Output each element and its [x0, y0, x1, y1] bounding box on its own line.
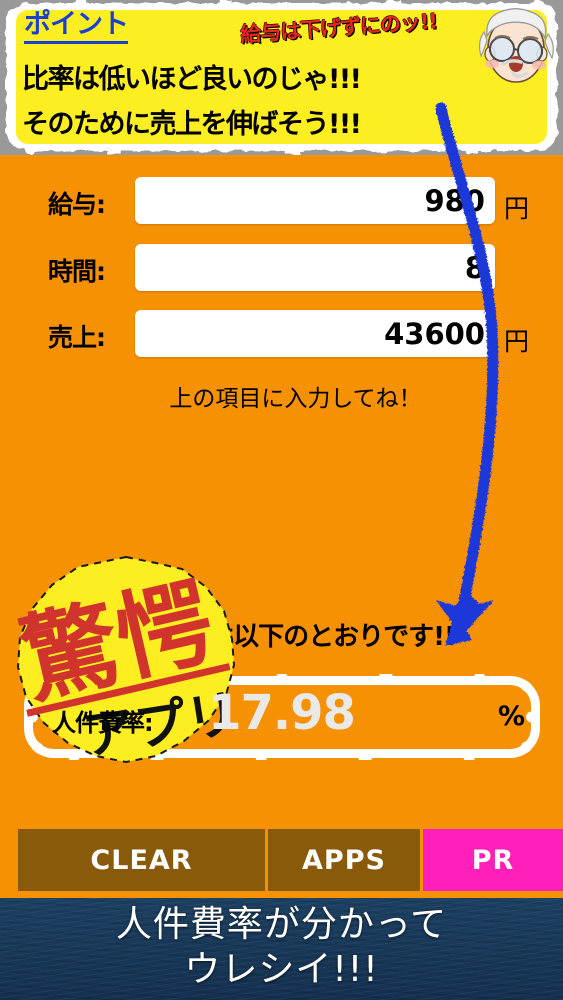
apps-button[interactable]: APPS: [268, 829, 420, 891]
salary-input[interactable]: [135, 177, 495, 224]
salary-warning-text: 給与は下げずにのッ!!: [239, 9, 438, 47]
sales-unit: 円: [504, 327, 530, 356]
point-line-2: そのために売上を伸ばそう!!!: [22, 109, 362, 140]
footer-banner: 人件費率が分かって ウレシイ!!!: [0, 898, 563, 1000]
form-row-salary: 給与: 円: [0, 177, 563, 224]
result-unit: %: [498, 701, 526, 732]
point-banner: ポイント 給与は下げずにのッ!! 比率は低いほど良いのじゃ!!! そのために売上…: [0, 0, 563, 155]
point-title: ポイント: [24, 10, 129, 45]
input-hint-text: 上の項目に入力してね！: [169, 386, 422, 412]
sales-label: 売上:: [48, 323, 106, 352]
button-bar: CLEAR APPS PR: [0, 829, 563, 891]
form-row-hours: 時間:: [0, 244, 563, 291]
footer-text: 人件費率が分かって ウレシイ!!!: [0, 902, 563, 993]
point-line-1: 比率は低いほど良いのじゃ!!!: [22, 64, 362, 95]
result-value: 17.98: [208, 685, 356, 741]
footer-line-2: ウレシイ!!!: [184, 949, 379, 991]
footer-line-1: 人件費率が分かって: [115, 904, 448, 945]
sales-input[interactable]: [135, 310, 495, 357]
app-root: ポイント 給与は下げずにのッ!! 比率は低いほど良いのじゃ!!! そのために売上…: [0, 0, 563, 1000]
grandpa-face-icon: [478, 8, 554, 83]
main-content: 給与: 円 時間: 売上: 円 上の項目に入力してね！ 驚愕 アプリ 計算結果は…: [0, 155, 563, 898]
clear-button[interactable]: CLEAR: [18, 829, 265, 891]
hours-input[interactable]: [135, 244, 495, 291]
salary-label: 給与:: [48, 190, 106, 219]
banner-content: ポイント 給与は下げずにのッ!! 比率は低いほど良いのじゃ!!! そのために売上…: [16, 9, 547, 144]
pr-button[interactable]: PR: [423, 829, 563, 891]
hours-label: 時間:: [48, 257, 106, 286]
form-row-sales: 売上: 円: [0, 310, 563, 357]
salary-unit: 円: [504, 194, 530, 223]
